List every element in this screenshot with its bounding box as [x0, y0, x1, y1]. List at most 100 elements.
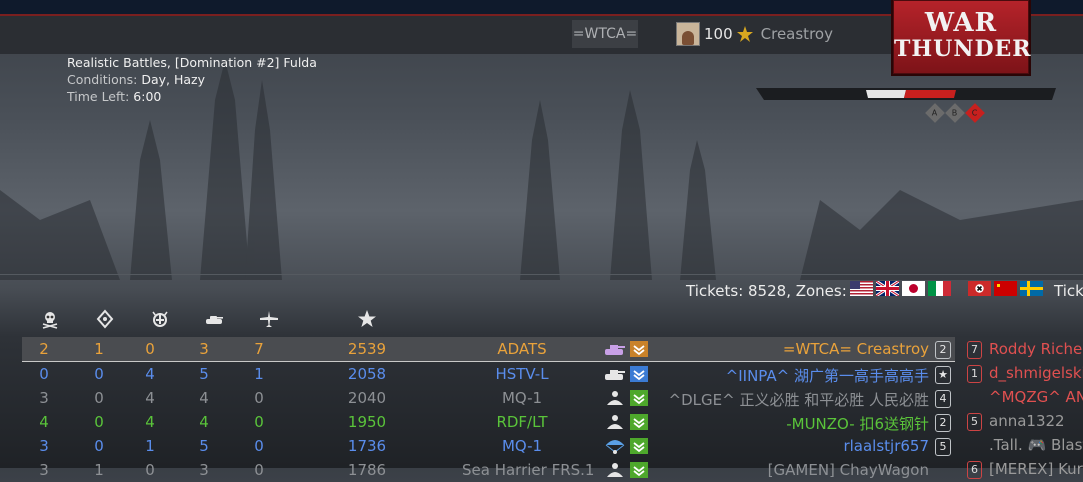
player-name[interactable]: =WTCA= Creastroy — [783, 340, 929, 358]
stat-k: 4 — [39, 413, 49, 431]
squad-badge: 6 — [967, 461, 982, 479]
player-name[interactable]: [GAMEN] ChayWagon — [768, 461, 929, 479]
stat-t: 4 — [199, 413, 209, 431]
squad-badge: 2 — [935, 341, 951, 359]
war-thunder-logo: WAR THUNDER — [893, 0, 1031, 74]
rank-green-icon — [630, 462, 648, 478]
enemy-player-name[interactable]: Roddy Richer — [989, 340, 1083, 358]
table-row[interactable]: 3 0 4 4 0 2040 MQ-1 ^DLGE^ 正义必胜 和平必胜 人民必胜 4 — [22, 386, 955, 410]
mission-conditions: Conditions: Day, Hazy — [67, 72, 206, 87]
stat-a: 1 — [94, 340, 104, 358]
table-row[interactable]: 3 1 0 3 0 1786 Sea Harrier FRS.1 [GAMEN] ChayWa… — [22, 458, 955, 482]
enemy-tickets: Ticke — [1054, 282, 1083, 300]
enemy-scoreboard: 7 Roddy Richer 1 d_shmigelskiy ^MQZG^ ANDR 5a… — [965, 337, 1083, 481]
enemy-player-name[interactable]: ^MQZG^ ANDR — [989, 388, 1083, 406]
clan-tag[interactable]: =WTCA= — [572, 20, 638, 48]
ussr-flag-icon — [994, 281, 1017, 296]
enemy-row[interactable]: 7 Roddy Richer — [965, 337, 1083, 361]
squad-badge: 5 — [967, 413, 982, 431]
enemy-player-name[interactable]: anna1322 — [989, 412, 1065, 430]
stat-air: 0 — [254, 437, 264, 455]
stat-t: 5 — [199, 365, 209, 383]
capture-zones: A B C — [925, 103, 985, 123]
tank-icon — [605, 345, 625, 355]
player-info[interactable]: 100 Creastroy — [676, 22, 833, 46]
zone-a-icon: A — [925, 103, 945, 123]
sweden-flag-icon — [1020, 281, 1043, 296]
player-name[interactable]: ^IINPA^ 湖广第一高手高高手 — [726, 365, 929, 386]
tank-icon — [206, 316, 223, 324]
enemy-row[interactable]: .Tall. 🎮 Blaste — [965, 433, 1083, 457]
player-name[interactable]: rlaalstjr657 — [843, 437, 929, 455]
assist-icon — [96, 309, 114, 329]
germany-flag-icon — [968, 281, 991, 296]
vehicle-name: MQ-1 — [501, 389, 543, 407]
table-row[interactable]: 0 0 4 5 1 2058 HSTV-L ^IINPA^ 湖广第一高手高高手 ★ — [22, 362, 955, 386]
stat-k: 3 — [39, 461, 49, 479]
stat-k: 3 — [39, 437, 49, 455]
player-level: 100 — [704, 25, 733, 43]
enemy-player-name[interactable]: .Tall. 🎮 Blaste — [989, 436, 1083, 454]
vehicle-name: MQ-1 — [501, 437, 543, 455]
table-row[interactable]: 4 0 4 4 0 1950 RDF/LT -MUNZO- 扣6送钢针 2 — [22, 410, 955, 434]
stat-a: 0 — [94, 389, 104, 407]
rank-blue-icon — [630, 366, 648, 382]
squad-badge: 1 — [967, 365, 982, 383]
zone-b-icon: B — [945, 103, 965, 123]
stat-k: 0 — [39, 365, 49, 383]
ship-icon — [607, 463, 623, 477]
enemy-flags — [968, 281, 1043, 296]
squad-badge: 7 — [967, 341, 982, 359]
vehicle-name: HSTV-L — [495, 365, 549, 383]
ground-kill-icon — [152, 311, 168, 327]
enemy-row[interactable]: 5 anna1322 — [965, 409, 1083, 433]
enemy-row[interactable]: 1 d_shmigelskiy — [965, 361, 1083, 385]
vehicle-name: ADATS — [497, 340, 547, 358]
allied-flags — [850, 281, 951, 296]
enemy-player-name[interactable]: [MEREX] Kuro — [989, 460, 1083, 478]
stat-a: 0 — [94, 413, 104, 431]
enemy-player-name[interactable]: d_shmigelskiy — [989, 364, 1083, 382]
stat-air: 0 — [254, 461, 264, 479]
score: 2058 — [347, 365, 387, 383]
aircraft-icon — [260, 311, 278, 327]
stat-air: 7 — [254, 340, 264, 358]
table-row[interactable]: 2 1 0 3 7 2539 ADATS =WTCA= Creastroy 2 — [22, 337, 955, 362]
uk-flag-icon — [876, 281, 899, 296]
player-name[interactable]: ^DLGE^ 正义必胜 和平必胜 人民必胜 — [669, 389, 929, 410]
stat-g: 4 — [145, 389, 155, 407]
squad-badge: 5 — [935, 438, 951, 456]
usa-flag-icon — [850, 281, 873, 296]
stat-air: 0 — [254, 389, 264, 407]
mission-time-left: Time Left: 6:00 — [67, 89, 162, 104]
divider — [0, 274, 1083, 275]
stat-g: 0 — [145, 340, 155, 358]
stat-t: 4 — [199, 389, 209, 407]
zone-c-icon: C — [965, 103, 985, 123]
stat-g: 0 — [145, 461, 155, 479]
stat-g: 4 — [145, 365, 155, 383]
star-icon — [358, 310, 376, 327]
mission-info: Realistic Battles, [Domination #2] Fulda… — [67, 54, 317, 105]
italy-flag-icon — [928, 281, 951, 296]
allied-tickets: Tickets: 8528, Zones: 0 — [686, 282, 862, 300]
rank-green-icon — [630, 390, 648, 406]
score: 2040 — [347, 389, 387, 407]
enemy-row[interactable]: ^MQZG^ ANDR — [965, 385, 1083, 409]
squad-badge: 2 — [935, 414, 951, 432]
stat-a: 0 — [94, 437, 104, 455]
player-name[interactable]: -MUNZO- 扣6送钢针 — [786, 413, 929, 434]
stat-g: 1 — [145, 437, 155, 455]
score: 1736 — [347, 437, 387, 455]
enemy-row[interactable]: 6 [MEREX] Kuro — [965, 457, 1083, 481]
tank-icon — [605, 370, 625, 380]
squad-badge: 4 — [935, 390, 951, 408]
score: 1950 — [347, 413, 387, 431]
ship-icon — [607, 415, 623, 429]
rank-green-icon — [630, 438, 648, 454]
mission-title: Realistic Battles, [Domination #2] Fulda — [67, 55, 317, 70]
avatar[interactable] — [676, 22, 700, 46]
score: 2539 — [347, 340, 387, 358]
skull-icon — [42, 312, 58, 329]
table-row[interactable]: 3 0 1 5 0 1736 MQ-1 rlaalstjr657 5 — [22, 434, 955, 458]
